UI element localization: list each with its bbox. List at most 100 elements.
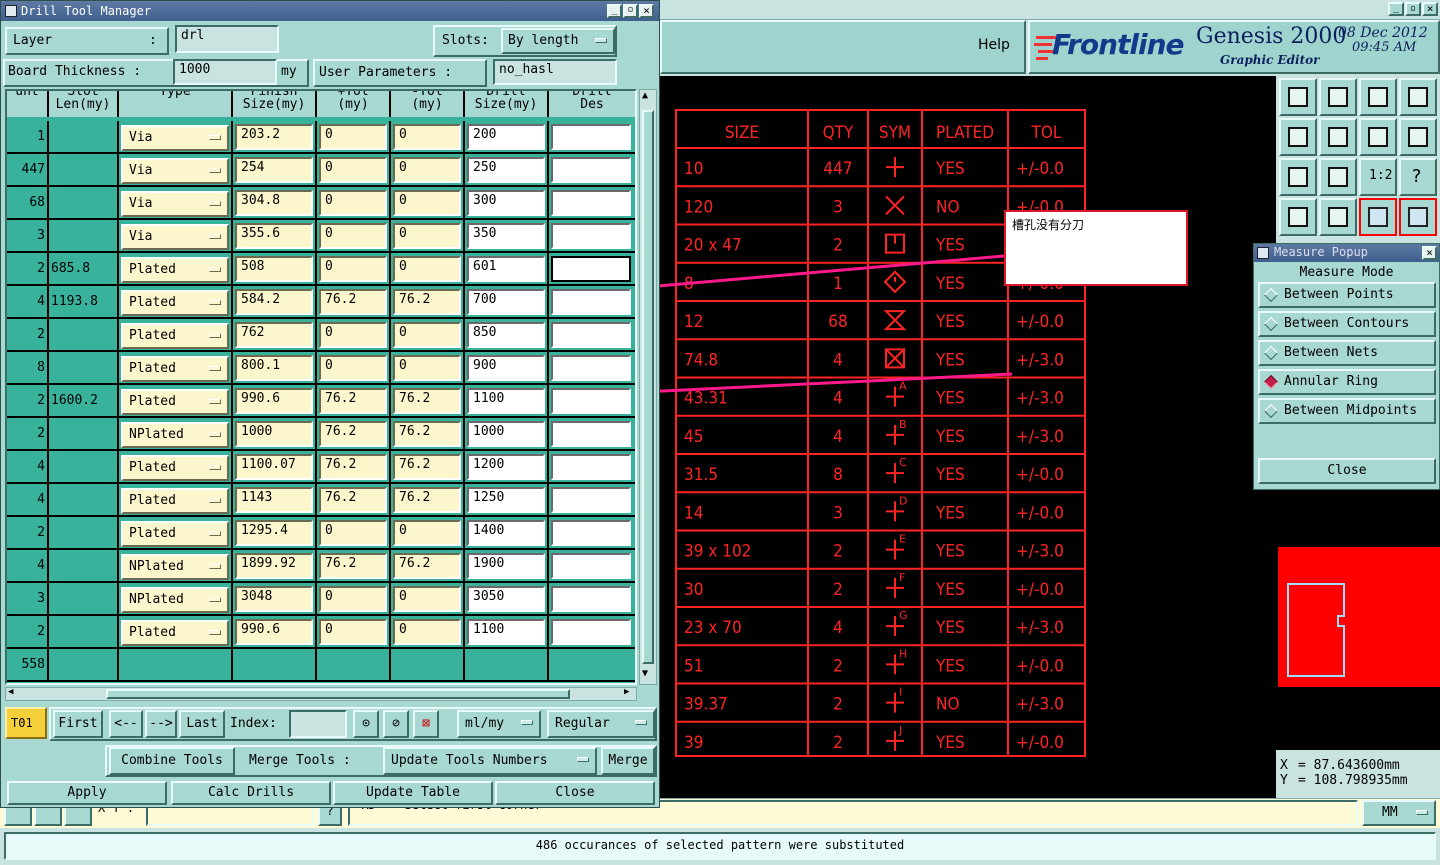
minus-tol-field[interactable]: 76.2 (393, 388, 461, 414)
column-header[interactable]: +Tol (my) (317, 91, 391, 117)
column-header[interactable]: Type (119, 91, 233, 117)
drill-size-field[interactable]: 1100 (467, 388, 545, 414)
drill-size-field[interactable]: 850 (467, 322, 545, 348)
plus-tol-field[interactable]: 0 (319, 124, 387, 150)
plus-tol-field[interactable]: 0 (319, 223, 387, 249)
measure-option[interactable]: Between Midpoints (1258, 398, 1436, 424)
calc-drills-button[interactable]: Calc Drills (171, 781, 331, 805)
drill-des-field[interactable] (551, 553, 631, 579)
update-table-button[interactable]: Update Table (333, 781, 493, 805)
plus-tol-field[interactable]: 0 (319, 190, 387, 216)
scroll-right-icon[interactable]: ▶ (624, 687, 629, 697)
board-preview[interactable] (1276, 488, 1440, 750)
table-hscrollbar[interactable]: ◀ ▶ (5, 687, 637, 701)
finish-size-field[interactable]: 508 (235, 256, 313, 282)
traffic-light-icon[interactable] (1359, 198, 1397, 236)
units-dropdown[interactable]: ml/my (457, 710, 541, 738)
measure-option[interactable]: Between Nets (1258, 340, 1436, 366)
layer-label[interactable]: Layer : (5, 27, 169, 55)
index-field[interactable] (289, 710, 347, 738)
drill-size-field[interactable]: 200 (467, 124, 545, 150)
minus-tol-field[interactable]: 0 (393, 190, 461, 216)
measure-option[interactable]: Annular Ring (1258, 369, 1436, 395)
drill-des-field[interactable] (551, 619, 631, 645)
search-icon[interactable]: ⊙ (353, 710, 379, 738)
plus-tol-field[interactable]: 76.2 (319, 454, 387, 480)
dtm-maximize-button[interactable]: ▫ (623, 4, 638, 18)
finish-size-field[interactable]: 304.8 (235, 190, 313, 216)
maximize-button[interactable]: ▫ (1405, 2, 1421, 16)
export-icon[interactable] (1279, 78, 1317, 116)
slots-select[interactable]: By length (501, 28, 615, 54)
type-select[interactable]: Plated (121, 323, 229, 349)
right-icon[interactable] (1319, 118, 1357, 156)
measure-close-icon[interactable]: × (1422, 246, 1437, 260)
drill-size-field[interactable]: 350 (467, 223, 545, 249)
minus-tol-field[interactable]: 0 (393, 124, 461, 150)
drill-des-field[interactable] (551, 256, 631, 282)
column-header[interactable]: Finish Size(my) (233, 91, 317, 117)
clear-icon[interactable]: ⊠ (413, 710, 439, 738)
finish-size-field[interactable]: 355.6 (235, 223, 313, 249)
drill-size-field[interactable]: 1900 (467, 553, 545, 579)
grid-icon[interactable] (1319, 198, 1357, 236)
tools-icon[interactable] (1279, 198, 1317, 236)
minus-tol-field[interactable]: 0 (393, 223, 461, 249)
tool-id-box[interactable]: T01 (5, 707, 47, 739)
column-header[interactable]: Drill Des (549, 91, 635, 117)
type-select[interactable]: Plated (121, 290, 229, 316)
minimize-button[interactable]: _ (1388, 2, 1404, 16)
dtm-close-action-button[interactable]: Close (495, 781, 655, 805)
drill-des-field[interactable] (551, 190, 631, 216)
prev-button[interactable]: <-- (109, 710, 143, 738)
type-select[interactable]: Via (121, 125, 229, 151)
dtm-close-button[interactable]: × (639, 4, 654, 18)
next-button[interactable]: --> (145, 710, 177, 738)
drill-des-field[interactable] (551, 421, 631, 447)
table-vscrollbar[interactable]: ▲ ▼ (639, 89, 657, 685)
user-parameters-label[interactable]: User Parameters : (313, 59, 487, 87)
drill-size-field[interactable]: 1250 (467, 487, 545, 513)
finish-size-field[interactable]: 1295.4 (235, 520, 313, 546)
drill-size-field[interactable]: 601 (467, 256, 545, 282)
plus-tol-field[interactable]: 76.2 (319, 553, 387, 579)
merge-tools-select[interactable]: Update Tools Numbers (383, 747, 597, 775)
plus-tol-field[interactable]: 0 (319, 520, 387, 546)
finish-size-field[interactable]: 254 (235, 157, 313, 183)
split-view-icon[interactable] (1399, 78, 1437, 116)
drill-size-field[interactable]: 3050 (467, 586, 545, 612)
type-select[interactable]: Plated (121, 521, 229, 547)
drill-des-field[interactable] (551, 520, 631, 546)
finish-size-field[interactable]: 1899.92 (235, 553, 313, 579)
type-select[interactable]: Via (121, 158, 229, 184)
finish-size-field[interactable]: 203.2 (235, 124, 313, 150)
measure-option[interactable]: Between Contours (1258, 311, 1436, 337)
column-header[interactable]: -Tol (my) (391, 91, 465, 117)
minus-tol-field[interactable]: 76.2 (393, 553, 461, 579)
merge-button[interactable]: Merge (601, 747, 655, 775)
last-button[interactable]: Last (179, 710, 225, 738)
minus-tol-field[interactable]: 0 (393, 322, 461, 348)
layer-field[interactable]: drl (175, 25, 279, 53)
home-icon[interactable] (1359, 78, 1397, 116)
plus-tol-field[interactable]: 76.2 (319, 388, 387, 414)
type-select[interactable]: NPlated (121, 554, 229, 580)
drill-des-field[interactable] (551, 124, 631, 150)
fit-icon[interactable] (1279, 158, 1317, 196)
help-menu[interactable]: Help (978, 37, 1010, 53)
refresh-icon[interactable]: ⊘ (383, 710, 409, 738)
drill-size-field[interactable]: 300 (467, 190, 545, 216)
drill-des-field[interactable] (551, 157, 631, 183)
drill-des-field[interactable] (551, 322, 631, 348)
plus-tol-field[interactable]: 76.2 (319, 487, 387, 513)
plus-tol-field[interactable]: 76.2 (319, 421, 387, 447)
minus-tol-field[interactable]: 0 (393, 619, 461, 645)
finish-size-field[interactable]: 584.2 (235, 289, 313, 315)
close-window-button[interactable]: × (1422, 2, 1438, 16)
units-select[interactable]: MM (1362, 800, 1436, 826)
finish-size-field[interactable]: 990.6 (235, 619, 313, 645)
vscroll-thumb[interactable] (642, 110, 654, 664)
type-select[interactable]: Plated (121, 356, 229, 382)
s-curve-icon[interactable] (1399, 118, 1437, 156)
drill-des-field[interactable] (551, 223, 631, 249)
